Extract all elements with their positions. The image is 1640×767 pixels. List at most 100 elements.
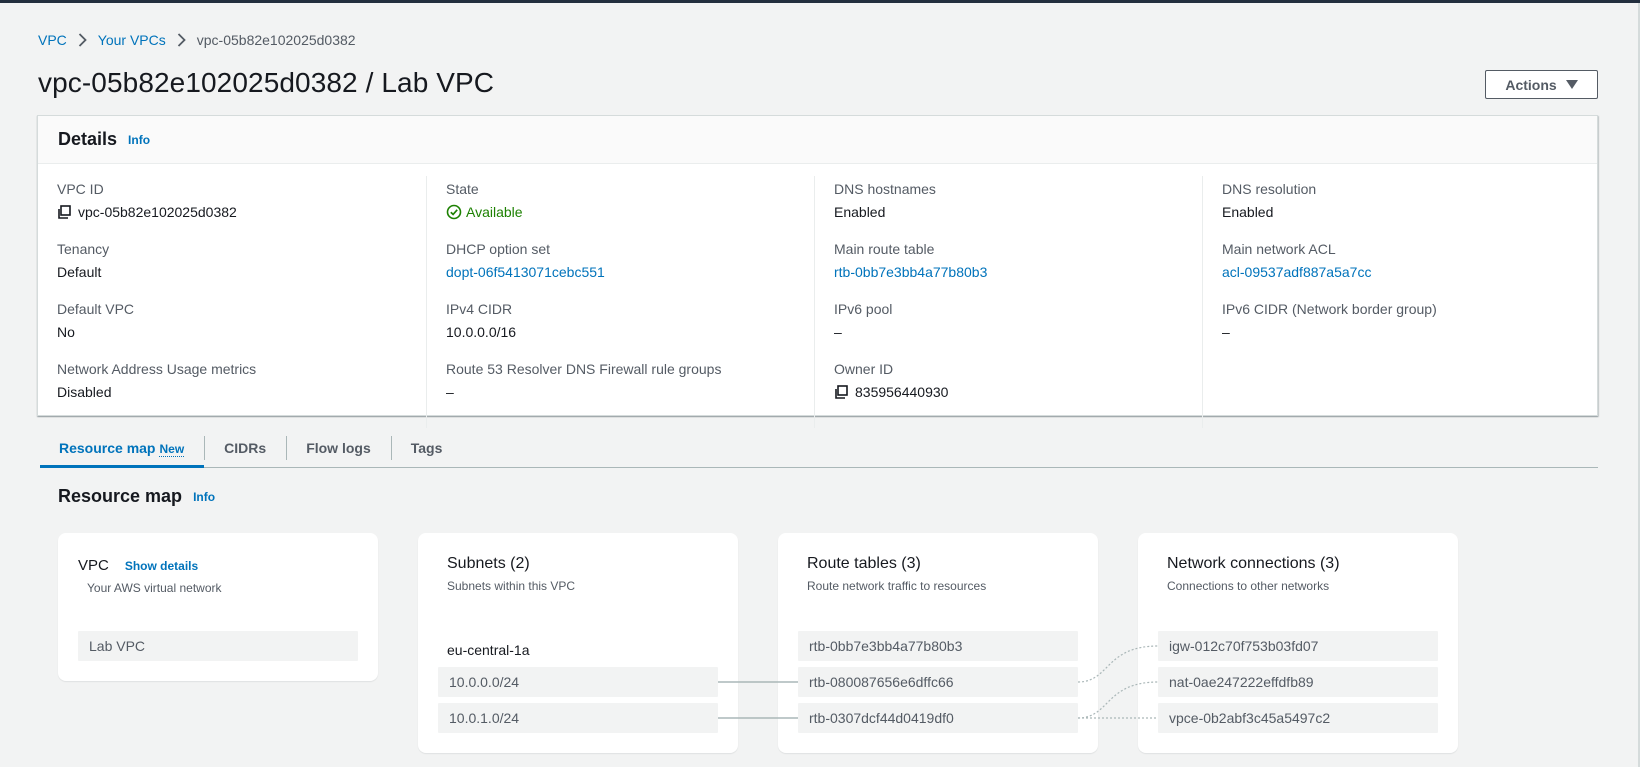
network-connection-item[interactable]: nat-0ae247222effdfb89: [1158, 667, 1438, 697]
resource-map-title: Resource map: [58, 486, 183, 506]
field-label: State: [446, 181, 479, 197]
route-tables-card: Route tables (3) Route network traffic t…: [778, 533, 1098, 753]
subnets-card-title: Subnets (2): [447, 555, 530, 572]
field-value: Default: [57, 264, 102, 280]
network-connection-item[interactable]: igw-012c70f753b03fd07: [1158, 631, 1438, 661]
breadcrumb-your-vpcs[interactable]: Your VPCs: [98, 32, 166, 48]
details-title: Details: [58, 129, 118, 149]
vpc-card-header: VPC Show details: [78, 557, 198, 574]
field-ipv6-pool: IPv6 pool –: [834, 296, 1183, 356]
field-network-address-usage: Network Address Usage metrics Disabled: [57, 356, 407, 416]
tab-flow-logs[interactable]: Flow logs: [286, 433, 391, 467]
field-owner-id: Owner ID 835956440930: [834, 356, 1183, 416]
field-state: State Available: [446, 176, 795, 236]
details-info-link[interactable]: Info: [128, 133, 150, 147]
breadcrumb-current: vpc-05b82e102025d0382: [196, 32, 356, 48]
field-main-route-table: Main route table rtb-0bb7e3bb4a77b80b3: [834, 236, 1183, 296]
field-ipv4-cidr: IPv4 CIDR 10.0.0.0/16: [446, 296, 795, 356]
page-title: vpc-05b82e102025d0382 / Lab VPC: [38, 67, 495, 98]
details-column-3: DNS hostnames Enabled Main route table r…: [814, 176, 1202, 428]
field-label: Route 53 Resolver DNS Firewall rule grou…: [446, 361, 722, 377]
field-dns-resolution: DNS resolution Enabled: [1222, 176, 1578, 236]
field-value: Enabled: [1222, 204, 1274, 220]
field-value: –: [834, 324, 842, 340]
route-tables-card-subtitle: Route network traffic to resources: [807, 579, 987, 593]
field-label: DNS hostnames: [834, 181, 936, 197]
actions-label: Actions: [1505, 76, 1557, 93]
network-connections-card-subtitle: Connections to other networks: [1167, 579, 1330, 593]
field-value-vpc-id: vpc-05b82e102025d0382: [57, 202, 407, 222]
tab-label: Flow logs: [306, 440, 371, 456]
vpc-card: VPC Show details Your AWS virtual networ…: [58, 533, 378, 681]
chevron-right-icon: [78, 33, 87, 47]
main-network-acl-link[interactable]: acl-09537adf887a5a7cc: [1222, 262, 1578, 282]
main-route-table-link[interactable]: rtb-0bb7e3bb4a77b80b3: [834, 262, 1183, 282]
details-grid: VPC ID vpc-05b82e102025d0382 Tenancy Def…: [38, 164, 1597, 428]
network-connections-card: Network connections (3) Connections to o…: [1138, 533, 1458, 753]
route-table-item[interactable]: rtb-080087656e6dffc66: [798, 667, 1078, 697]
field-value: Enabled: [834, 204, 886, 220]
field-label: Owner ID: [834, 361, 894, 377]
network-connection-item[interactable]: vpce-0b2abf3c45a5497c2: [1158, 703, 1438, 733]
network-connections-card-title: Network connections (3): [1167, 555, 1340, 572]
tab-tags[interactable]: Tags: [390, 433, 463, 467]
subnet-item[interactable]: 10.0.1.0/24: [438, 703, 718, 733]
field-label: Main route table: [834, 241, 935, 257]
tab-cidrs[interactable]: CIDRs: [204, 433, 286, 467]
route-tables-card-title: Route tables (3): [807, 555, 921, 572]
field-label: IPv6 CIDR (Network border group): [1222, 301, 1437, 317]
vpc-item[interactable]: Lab VPC: [78, 631, 358, 661]
field-value: –: [446, 384, 454, 400]
field-label: Default VPC: [57, 301, 135, 317]
field-value: –: [1222, 324, 1230, 340]
status-success-icon: [446, 204, 462, 220]
field-default-vpc: Default VPC No: [57, 296, 407, 356]
field-label: DNS resolution: [1222, 181, 1317, 197]
field-main-network-acl: Main network ACL acl-09537adf887a5a7cc: [1222, 236, 1578, 296]
field-label: Tenancy: [57, 241, 110, 257]
copy-icon[interactable]: [57, 204, 72, 220]
state-status-text: Available: [466, 204, 523, 220]
tab-label: Resource map: [59, 440, 156, 456]
field-ipv6-cidr: IPv6 CIDR (Network border group) –: [1222, 296, 1578, 356]
tab-label: Tags: [410, 440, 443, 456]
details-panel: Details Info VPC ID vpc-05b82e102025d038…: [37, 115, 1598, 428]
details-header: Details Info: [38, 116, 1597, 164]
vpc-card-title: VPC: [78, 557, 109, 574]
new-badge: New: [159, 442, 185, 457]
subnet-item[interactable]: 10.0.0.0/24: [438, 667, 718, 697]
subnets-card-subtitle: Subnets within this VPC: [447, 579, 576, 593]
resource-map-info-link[interactable]: Info: [193, 490, 215, 504]
field-value-owner-id: 835956440930: [834, 382, 1183, 402]
details-column-4: DNS resolution Enabled Main network ACL …: [1202, 176, 1597, 428]
route-table-item[interactable]: rtb-0bb7e3bb4a77b80b3: [798, 631, 1078, 661]
caret-down-icon: [1565, 80, 1578, 89]
field-label: IPv6 pool: [834, 301, 893, 317]
route-table-item[interactable]: rtb-0307dcf44d0419df0: [798, 703, 1078, 733]
field-label: Main network ACL: [1222, 241, 1336, 257]
actions-dropdown-button[interactable]: Actions: [1485, 70, 1598, 99]
breadcrumb: VPC Your VPCs vpc-05b82e102025d0382: [38, 32, 356, 48]
tab-list: Resource map New CIDRs Flow logs Tags: [40, 433, 1598, 468]
owner-id-value: 835956440930: [855, 384, 949, 400]
field-value: No: [57, 324, 75, 340]
dhcp-option-set-link[interactable]: dopt-06f5413071cebc551: [446, 262, 795, 282]
field-value: Disabled: [57, 384, 112, 400]
field-label: IPv4 CIDR: [446, 301, 513, 317]
tab-resource-map[interactable]: Resource map New: [40, 433, 205, 468]
resource-map-heading: Resource map Info: [58, 486, 215, 507]
chevron-right-icon: [177, 33, 186, 47]
tab-label: CIDRs: [224, 440, 267, 456]
field-label: Network Address Usage metrics: [57, 361, 257, 377]
field-dns-hostnames: DNS hostnames Enabled: [834, 176, 1183, 236]
copy-icon[interactable]: [834, 384, 849, 400]
field-label: VPC ID: [57, 181, 104, 197]
field-value: 10.0.0.0/16: [446, 324, 517, 340]
breadcrumb-vpc[interactable]: VPC: [38, 32, 67, 48]
field-route53-firewall: Route 53 Resolver DNS Firewall rule grou…: [446, 356, 795, 416]
field-value-state: Available: [446, 202, 795, 222]
details-column-1: VPC ID vpc-05b82e102025d0382 Tenancy Def…: [38, 176, 426, 428]
details-column-2: State Available DHCP option set dopt-06f…: [426, 176, 814, 428]
vpc-id-value: vpc-05b82e102025d0382: [78, 204, 237, 220]
show-details-link[interactable]: Show details: [125, 559, 198, 573]
